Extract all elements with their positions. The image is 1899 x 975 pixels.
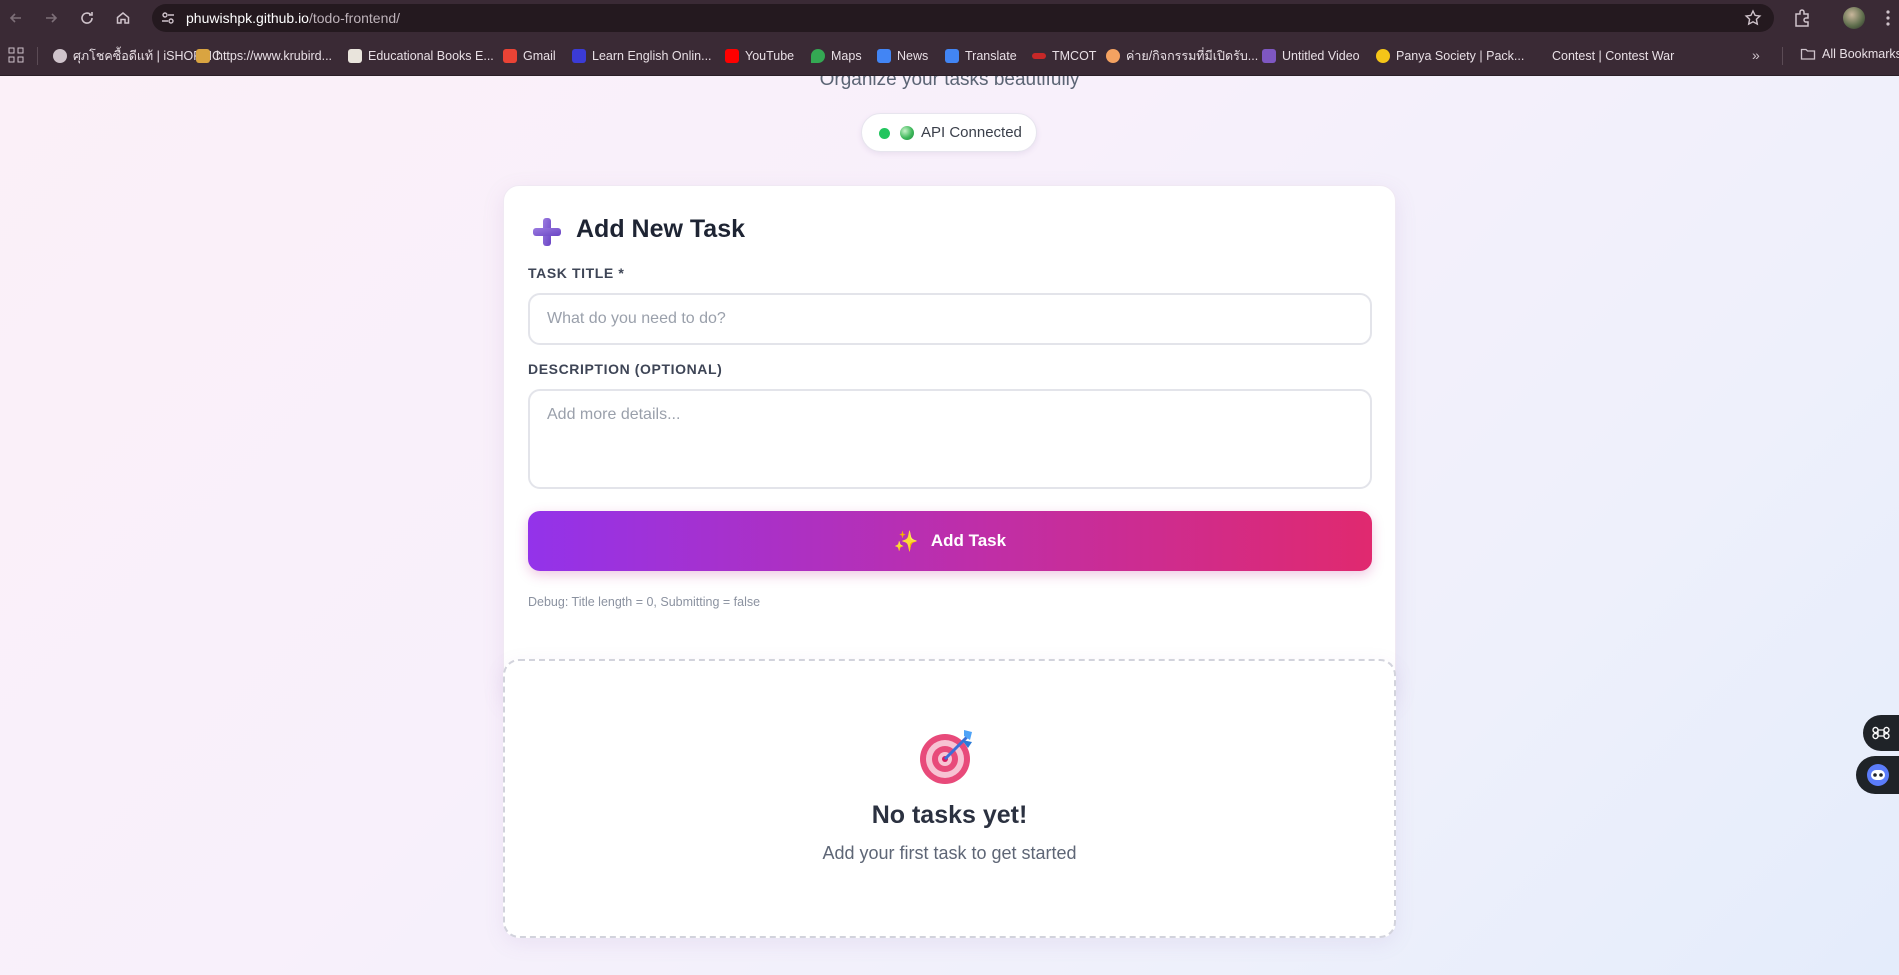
bookmark-label: ค่าย/กิจกรรมที่มีเปิดรับ... — [1126, 49, 1259, 63]
sparkles-icon: ✨ — [893, 530, 919, 553]
extension-widget-button[interactable] — [1863, 715, 1899, 751]
bookmark-item[interactable]: Maps — [811, 46, 862, 66]
bookmark-label: Educational Books E... — [368, 49, 494, 63]
krubird-favicon-icon — [196, 49, 210, 63]
bookmark-item[interactable]: ค่าย/กิจกรรมที่มีเปิดรับ... — [1106, 46, 1258, 66]
bookmarks-divider — [37, 47, 38, 65]
bookmark-label: Contest | Contest War — [1552, 49, 1675, 63]
bookmark-item[interactable]: Contest | Contest War — [1532, 46, 1674, 66]
camp-icon — [1106, 49, 1120, 63]
bookmark-label: Learn English Onlin... — [592, 49, 712, 63]
bookmark-item[interactable]: YouTube — [725, 46, 794, 66]
page-content: Organize your tasks beautifully API Conn… — [0, 76, 1899, 975]
more-menu-icon[interactable] — [1885, 8, 1891, 28]
bookmarks-bar: ศุภโชคซื้อดีแท้ | iSHOPMC https://www.kr… — [0, 36, 1899, 76]
bookmark-label: Untitled Video — [1282, 49, 1360, 63]
debug-text: Debug: Title length = 0, Submitting = fa… — [528, 595, 761, 609]
add-task-card: Add New Task TASK TITLE * What do you ne… — [503, 185, 1396, 702]
plus-icon — [533, 218, 561, 246]
green-circle-icon — [900, 126, 914, 140]
add-task-button-label: Add Task — [930, 531, 1007, 550]
more-bookmarks-chevron-icon[interactable]: » — [1752, 47, 1760, 63]
extensions-icon[interactable] — [1792, 8, 1812, 28]
apps-grid-icon[interactable] — [8, 47, 24, 63]
address-bar[interactable]: phuwishpk.github.io/todo-frontend/ — [152, 4, 1774, 32]
bookmark-item[interactable]: Untitled Video — [1262, 46, 1360, 66]
book-favicon-icon — [348, 49, 362, 63]
page-subtitle: Organize your tasks beautifully — [819, 76, 1080, 90]
url-text[interactable]: phuwishpk.github.io/todo-frontend/ — [186, 10, 400, 26]
arrow-right-icon — [46, 13, 58, 23]
bookmark-item[interactable]: Panya Society | Pack... — [1376, 46, 1524, 66]
globe-icon — [53, 49, 67, 63]
bookmarks-divider — [1782, 47, 1783, 65]
api-status-text: API Connected — [921, 124, 1022, 141]
bookmark-item[interactable]: https://www.krubird... — [196, 46, 332, 66]
task-title-label: TASK TITLE * — [528, 265, 625, 281]
assistant-bot-button[interactable] — [1856, 756, 1899, 794]
bookmark-item[interactable]: Educational Books E... — [348, 46, 494, 66]
url-path: /todo-frontend/ — [308, 10, 401, 26]
task-title-input[interactable]: What do you need to do? — [528, 293, 1372, 345]
bookmark-label: TMCOT — [1052, 49, 1097, 63]
bookmark-item[interactable]: Gmail — [503, 46, 556, 66]
bookmark-item[interactable]: Translate — [945, 46, 1017, 66]
bookmark-label: YouTube — [745, 49, 795, 63]
url-domain: phuwishpk.github.io — [186, 10, 309, 26]
status-dot-icon — [879, 128, 890, 139]
bookmark-item[interactable]: TMCOT — [1032, 46, 1096, 66]
browser-toolbar: phuwishpk.github.io/todo-frontend/ — [0, 0, 1899, 36]
empty-state-title: No tasks yet! — [871, 801, 1028, 829]
home-icon — [116, 12, 130, 24]
reload-button[interactable] — [73, 4, 101, 32]
maps-pin-icon — [811, 49, 825, 63]
folder-icon — [1800, 48, 1816, 60]
bookmark-label: Gmail — [523, 49, 556, 63]
site-settings-icon[interactable] — [160, 10, 176, 26]
bookmark-label: Translate — [965, 49, 1017, 63]
empty-state-subtitle: Add your first task to get started — [822, 843, 1077, 863]
contest-icon — [1532, 49, 1546, 63]
empty-state-card: No tasks yet! Add your first task to get… — [503, 659, 1396, 938]
bot-face-icon — [1866, 764, 1889, 786]
bookmark-label: News — [897, 49, 929, 63]
reload-icon — [81, 12, 93, 24]
forward-button[interactable] — [37, 4, 65, 32]
lightbulb-icon — [1376, 49, 1390, 63]
learn-english-icon — [572, 49, 586, 63]
all-bookmarks-label: All Bookmarks — [1822, 47, 1899, 61]
bookmark-label: Maps — [831, 49, 862, 63]
arrow-left-icon — [9, 13, 21, 23]
youtube-icon — [725, 49, 739, 63]
tmcot-icon — [1032, 53, 1046, 59]
all-bookmarks-button[interactable]: All Bookmarks — [1800, 46, 1899, 62]
description-textarea[interactable]: Add more details... — [528, 389, 1372, 489]
translate-icon — [945, 49, 959, 63]
bookmark-label: https://www.krubird... — [216, 49, 333, 63]
bookmark-item[interactable]: Learn English Onlin... — [572, 46, 712, 66]
add-task-button[interactable]: ✨ Add Task — [528, 511, 1372, 571]
profile-avatar[interactable] — [1843, 7, 1865, 29]
description-label: DESCRIPTION (OPTIONAL) — [528, 361, 723, 377]
home-button[interactable] — [109, 4, 137, 32]
back-button[interactable] — [2, 4, 30, 32]
bookmark-item[interactable]: News — [877, 46, 928, 66]
api-status-badge: API Connected — [861, 113, 1037, 152]
bookmark-label: Panya Society | Pack... — [1396, 49, 1525, 63]
card-title: Add New Task — [576, 215, 746, 243]
news-icon — [877, 49, 891, 63]
gmail-icon — [503, 49, 517, 63]
target-dart-icon — [920, 730, 972, 784]
bookmark-star-icon[interactable] — [1744, 9, 1762, 27]
command-icon — [1872, 726, 1890, 740]
video-icon — [1262, 49, 1276, 63]
